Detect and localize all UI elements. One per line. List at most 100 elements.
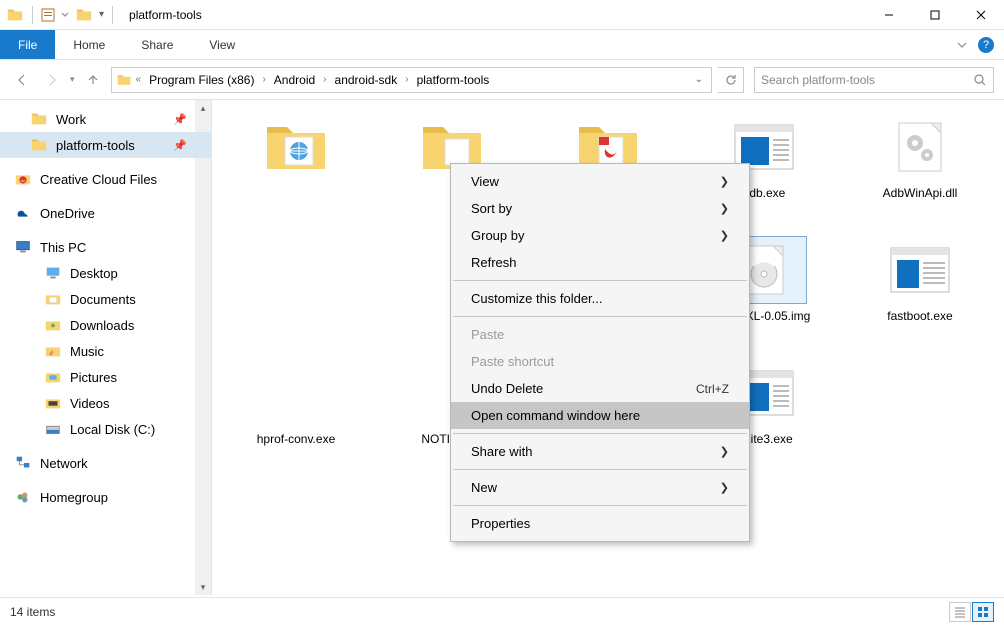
menu-item-label: Group by	[471, 228, 524, 243]
pin-icon: 📌	[173, 139, 187, 152]
sidebar-item-label: Desktop	[70, 266, 118, 281]
file-label: hprof-conv.exe	[257, 432, 336, 447]
sidebar-item-network[interactable]: Network	[0, 450, 211, 476]
sidebar-item-label: Music	[70, 344, 104, 359]
sidebar-item-creative-cloud[interactable]: ∞ Creative Cloud Files	[0, 166, 211, 192]
menu-item[interactable]: Undo Delete Ctrl+Z	[451, 375, 749, 402]
menu-shortcut: Ctrl+Z	[696, 382, 729, 396]
tab-share[interactable]: Share	[123, 30, 191, 59]
sidebar-item-documents[interactable]: Documents	[0, 286, 211, 312]
file-list[interactable]: systraceadb.exeAdbWinApi.dlletc1tool.exe…	[212, 100, 1004, 595]
menu-item-label: Properties	[471, 516, 530, 531]
navigation-pane: ▴▾ Work 📌 platform-tools 📌 ∞ Creative Cl…	[0, 100, 212, 595]
menu-item-label: Sort by	[471, 201, 512, 216]
file-item[interactable]	[222, 114, 370, 201]
menu-item-label: Customize this folder...	[471, 291, 603, 306]
sidebar-item-label: Documents	[70, 292, 136, 307]
breadcrumb[interactable]: Program Files (x86)	[145, 73, 258, 87]
search-icon	[973, 73, 987, 87]
qat-properties-icon[interactable]	[41, 8, 55, 22]
menu-item-label: Paste shortcut	[471, 354, 554, 369]
sidebar-item-platform-tools[interactable]: platform-tools 📌	[0, 132, 211, 158]
chevron-right-icon: ❯	[720, 175, 729, 188]
window-title: platform-tools	[129, 8, 202, 22]
back-button[interactable]	[10, 68, 34, 92]
file-item[interactable]: hprof-conv.exe	[222, 360, 370, 447]
close-button[interactable]	[958, 0, 1004, 30]
menu-item-label: View	[471, 174, 499, 189]
menu-separator	[453, 469, 747, 470]
file-item[interactable]: AdbWinApi.dll	[846, 114, 994, 201]
breadcrumb[interactable]: platform-tools	[413, 73, 494, 87]
menu-item[interactable]: Properties	[451, 510, 749, 537]
sidebar-item-music[interactable]: Music	[0, 338, 211, 364]
menu-item[interactable]: Sort by❯	[451, 195, 749, 222]
ribbon-tabs: File Home Share View ?	[0, 30, 1004, 60]
chevron-right-icon: ❯	[720, 229, 729, 242]
sidebar-item-label: Downloads	[70, 318, 134, 333]
sidebar-item-work[interactable]: Work 📌	[0, 106, 211, 132]
status-bar: 14 items	[0, 597, 1004, 625]
menu-item-label: Open command window here	[471, 408, 640, 423]
breadcrumb[interactable]: Android	[270, 73, 319, 87]
menu-separator	[453, 280, 747, 281]
minimize-button[interactable]	[866, 0, 912, 30]
tab-home[interactable]: Home	[55, 30, 123, 59]
sidebar-item-pictures[interactable]: Pictures	[0, 364, 211, 390]
breadcrumb[interactable]: android-sdk	[331, 73, 402, 87]
menu-item[interactable]: New ❯	[451, 474, 749, 501]
menu-separator	[453, 316, 747, 317]
sidebar-item-label: Videos	[70, 396, 110, 411]
menu-item[interactable]: Group by ❯	[451, 222, 749, 249]
menu-separator	[453, 433, 747, 434]
folder-icon	[6, 6, 24, 24]
file-tab[interactable]: File	[0, 30, 55, 59]
qat-dropdown-icon[interactable]	[61, 11, 69, 19]
file-item[interactable]: fastboot.exe	[846, 237, 994, 324]
chevron-right-icon: ❯	[720, 481, 729, 494]
file-icon	[254, 114, 338, 180]
sidebar-item-label: Work	[56, 112, 86, 127]
chevron-down-icon[interactable]	[956, 39, 968, 51]
sidebar-item-homegroup[interactable]: Homegroup	[0, 484, 211, 510]
title-bar: ▾ platform-tools	[0, 0, 1004, 30]
menu-item-label: New	[471, 480, 497, 495]
refresh-button[interactable]	[718, 67, 744, 93]
address-bar[interactable]: « Program Files (x86)› Android› android-…	[111, 67, 712, 93]
help-icon[interactable]: ?	[978, 37, 994, 53]
chevron-right-icon: ❯	[720, 445, 729, 458]
menu-item-label: Undo Delete	[471, 381, 543, 396]
sidebar-item-label: Network	[40, 456, 88, 471]
menu-item[interactable]: Customize this folder...	[451, 285, 749, 312]
file-label: fastboot.exe	[887, 309, 952, 324]
menu-item[interactable]: Open command window here	[451, 402, 749, 429]
navigation-bar: ▾ « Program Files (x86)› Android› androi…	[0, 60, 1004, 100]
sidebar-item-desktop[interactable]: Desktop	[0, 260, 211, 286]
menu-item-label: Refresh	[471, 255, 517, 270]
sidebar-item-this-pc[interactable]: This PC	[0, 234, 211, 260]
search-placeholder: Search platform-tools	[761, 73, 875, 87]
menu-item[interactable]: Share with❯	[451, 438, 749, 465]
sidebar-item-onedrive[interactable]: OneDrive	[0, 200, 211, 226]
view-details-button[interactable]	[949, 602, 971, 622]
view-large-icons-button[interactable]	[972, 602, 994, 622]
file-icon	[878, 114, 962, 180]
folder-icon[interactable]	[75, 6, 93, 24]
sidebar-item-local-disk[interactable]: Local Disk (C:)	[0, 416, 211, 442]
maximize-button[interactable]	[912, 0, 958, 30]
menu-item[interactable]: View ❯	[451, 168, 749, 195]
sidebar-item-label: Creative Cloud Files	[40, 172, 157, 187]
forward-button[interactable]	[40, 68, 64, 92]
sidebar-item-downloads[interactable]: Downloads	[0, 312, 211, 338]
sidebar-item-label: Pictures	[70, 370, 117, 385]
sidebar-item-label: This PC	[40, 240, 86, 255]
context-menu: View❯Sort by❯Group by❯RefreshCustomize t…	[450, 163, 750, 542]
search-input[interactable]: Search platform-tools	[754, 67, 994, 93]
file-icon	[878, 237, 962, 303]
pin-icon: 📌	[173, 113, 187, 126]
up-button[interactable]	[81, 68, 105, 92]
menu-item[interactable]: Refresh	[451, 249, 749, 276]
sidebar-item-label: platform-tools	[56, 138, 135, 153]
sidebar-item-videos[interactable]: Videos	[0, 390, 211, 416]
tab-view[interactable]: View	[191, 30, 253, 59]
